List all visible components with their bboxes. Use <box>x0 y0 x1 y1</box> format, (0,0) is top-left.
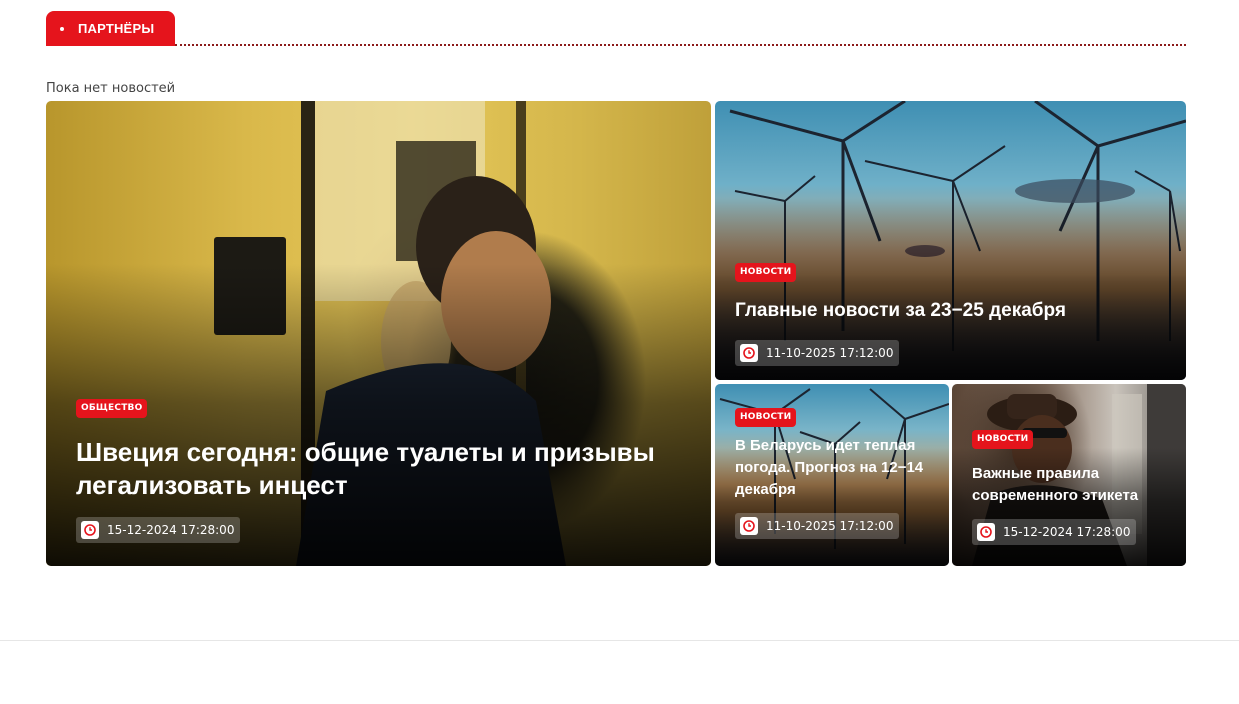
category-badge[interactable]: ОБЩЕСТВО <box>76 399 148 418</box>
section-tab[interactable]: ПАРТНЁРЫ <box>46 11 175 46</box>
footer-divider <box>0 640 1239 641</box>
article-title[interactable]: Главные новости за 23−25 декабря <box>735 299 1175 323</box>
news-card-small-right[interactable]: НОВОСТИ Важные правила современного этик… <box>952 384 1186 566</box>
article-title[interactable]: В Беларусь идет теплая погода. Прогноз н… <box>735 435 945 501</box>
section-title: ПАРТНЁРЫ <box>78 21 155 36</box>
article-date: 11-10-2025 17:12:00 <box>735 340 900 366</box>
news-card-top[interactable]: НОВОСТИ Главные новости за 23−25 декабря… <box>715 101 1186 380</box>
card-content: НОВОСТИ Важные правила современного этик… <box>972 428 1182 545</box>
article-title[interactable]: Важные правила современного этикета <box>972 463 1182 507</box>
card-content: НОВОСТИ Главные новости за 23−25 декабря… <box>735 261 1175 366</box>
section-header: ПАРТНЁРЫ <box>46 11 1186 47</box>
card-content: ОБЩЕСТВО Швеция сегодня: общие туалеты и… <box>76 397 686 543</box>
category-badge[interactable]: НОВОСТИ <box>735 263 797 282</box>
article-date: 15-12-2024 17:28:00 <box>76 517 241 543</box>
article-date: 11-10-2025 17:12:00 <box>735 513 900 539</box>
date-text: 15-12-2024 17:28:00 <box>1003 525 1131 539</box>
article-title[interactable]: Швеция сегодня: общие туалеты и призывы … <box>76 436 686 502</box>
clock-icon <box>740 517 758 535</box>
news-card-small-left[interactable]: НОВОСТИ В Беларусь идет теплая погода. П… <box>715 384 949 566</box>
bullet-icon <box>60 26 64 31</box>
news-card-featured[interactable]: ОБЩЕСТВО Швеция сегодня: общие туалеты и… <box>46 101 711 566</box>
category-badge[interactable]: НОВОСТИ <box>735 408 797 427</box>
section-divider <box>175 44 1186 46</box>
card-content: НОВОСТИ В Беларусь идет теплая погода. П… <box>735 406 945 539</box>
clock-icon <box>977 523 995 541</box>
date-text: 11-10-2025 17:12:00 <box>766 346 894 360</box>
date-text: 15-12-2024 17:28:00 <box>107 523 235 537</box>
category-badge[interactable]: НОВОСТИ <box>972 430 1034 449</box>
clock-icon <box>740 344 758 362</box>
clock-icon <box>81 521 99 539</box>
empty-news-message: Пока нет новостей <box>46 81 176 96</box>
article-date: 15-12-2024 17:28:00 <box>972 519 1137 545</box>
date-text: 11-10-2025 17:12:00 <box>766 519 894 533</box>
